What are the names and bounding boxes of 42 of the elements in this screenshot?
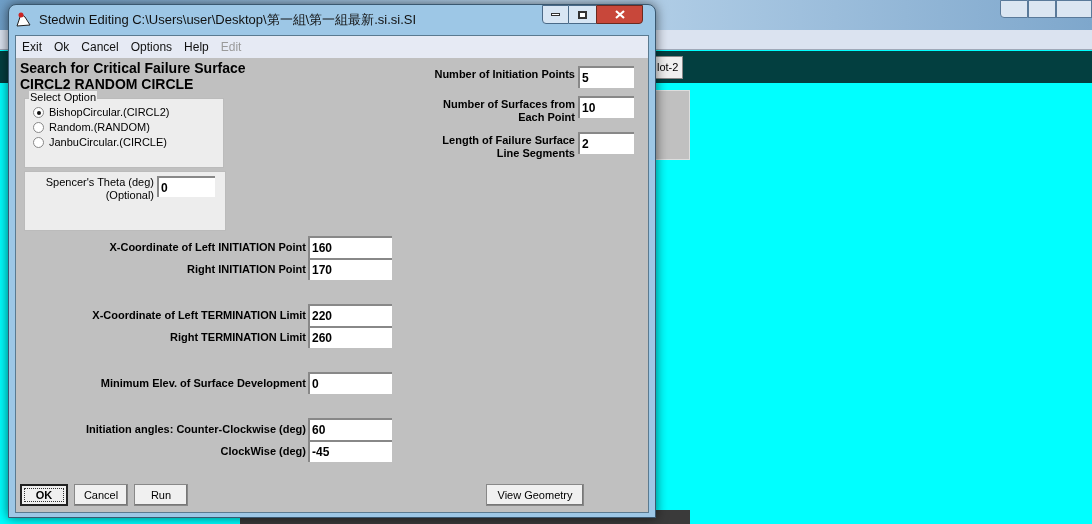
field-label: Right INITIATION Point bbox=[187, 261, 306, 277]
input-field[interactable]: 260 bbox=[308, 326, 392, 348]
input-field[interactable]: 0 bbox=[157, 176, 215, 197]
field-label: Number of Surfaces from Each Point bbox=[442, 97, 575, 124]
field-label: Spencer's Theta (deg) (Optional) bbox=[45, 176, 154, 202]
field-label: ClockWise (deg) bbox=[220, 443, 306, 459]
form-subheading: CIRCL2 RANDOM CIRCLE bbox=[20, 77, 195, 92]
field-label: Initiation angles: Counter-Clockwise (deg) bbox=[85, 421, 306, 437]
input-field[interactable]: 170 bbox=[308, 258, 392, 280]
input-field[interactable]: 60 bbox=[308, 418, 392, 440]
window-title: Stedwin Editing C:\Users\user\Desktop\第一組\第一組最新.si.si.SI bbox=[39, 11, 417, 30]
input-field[interactable]: -45 bbox=[308, 440, 392, 462]
radio-label[interactable]: BishopCircular.(CIRCL2) bbox=[49, 106, 170, 119]
field-label: X-Coordinate of Left TERMINATION Limit bbox=[92, 307, 306, 323]
menu-item[interactable]: Exit bbox=[22, 38, 42, 56]
radio-button[interactable] bbox=[33, 122, 44, 133]
group-label: Select Option bbox=[29, 91, 98, 103]
radio-button[interactable] bbox=[33, 137, 44, 148]
input-field[interactable]: 220 bbox=[308, 304, 392, 326]
menu-item[interactable]: Ok bbox=[54, 38, 70, 56]
dialog-button[interactable]: Run bbox=[134, 484, 188, 506]
input-field[interactable]: 10 bbox=[578, 96, 634, 118]
menu-item[interactable]: Help bbox=[184, 38, 209, 56]
app-icon bbox=[15, 11, 33, 29]
menu-item[interactable]: Cancel bbox=[81, 38, 119, 56]
input-field[interactable]: 2 bbox=[578, 132, 634, 154]
radio-label[interactable]: Random.(RANDOM) bbox=[49, 121, 150, 134]
view-geometry-button[interactable]: View Geometry bbox=[486, 484, 584, 506]
menu-item[interactable]: Options bbox=[130, 38, 173, 56]
field-label: Number of Initiation Points bbox=[434, 67, 575, 81]
dialog-button[interactable]: Cancel bbox=[74, 484, 128, 506]
dialog-button[interactable]: OK bbox=[20, 484, 68, 506]
radio-button[interactable] bbox=[33, 107, 44, 118]
field-label: Right TERMINATION Limit bbox=[169, 329, 306, 345]
field-label: X-Coordinate of Left INITIATION Point bbox=[109, 239, 306, 255]
field-label: Minimum Elev. of Surface Development bbox=[100, 375, 306, 391]
input-field[interactable]: 0 bbox=[308, 372, 392, 394]
input-field[interactable]: 160 bbox=[308, 236, 392, 258]
form-heading: Search for Critical Failure Surface bbox=[20, 60, 246, 77]
radio-label[interactable]: JanbuCircular.(CIRCLE) bbox=[49, 136, 167, 149]
field-label: Length of Failure Surface Line Segments bbox=[442, 133, 575, 160]
input-field[interactable]: 5 bbox=[578, 66, 634, 88]
